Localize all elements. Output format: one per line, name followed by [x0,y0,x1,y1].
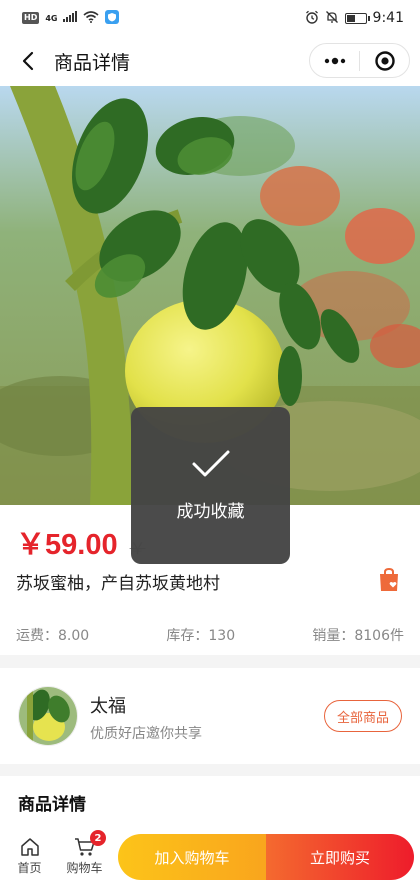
cart-label: 购物车 [66,861,103,875]
clock: 9:41 [372,10,404,26]
battery-icon [344,12,370,24]
shopping-bag-heart-icon [380,567,398,591]
cart-tab[interactable]: 购物车 2 [57,826,112,887]
toast-text: 成功收藏 [176,502,245,522]
wifi-icon [83,10,100,26]
sales-count: 销量：8106件 [312,628,404,644]
hd-icon: HD [22,12,40,24]
all-products-button[interactable]: 全部商品 [324,700,402,732]
purchase-actions: 加入购物车 立即购买 [118,834,414,880]
shop-slogan: 优质好店邀你共享 [90,726,202,742]
cart-count-badge: 2 [90,830,106,846]
more-button[interactable] [310,44,359,77]
alarm-icon [305,10,319,27]
network-label: 4G [45,13,58,23]
shop-avatar[interactable] [18,686,78,746]
product-title: 苏坂蜜柚，产自苏坂黄地村 [16,574,220,594]
back-button[interactable] [14,47,42,75]
nav-bar: 商品详情 [0,36,420,86]
target-circle-icon [374,50,395,71]
shop-name: 太福 [90,696,126,717]
checkmark-icon [192,450,229,477]
shop-card: 太福 优质好店邀你共享 全部商品 [0,668,420,764]
buy-now-button[interactable]: 立即购买 [266,834,414,880]
stats-row: 运费：8.00 库存：130 销量：8106件 [16,625,404,645]
home-tab[interactable]: 首页 [2,826,57,887]
page-title: 商品详情 [54,51,131,74]
signal-icon [63,11,78,25]
more-dots-icon [324,57,345,64]
status-left: HD 4G [22,9,120,27]
close-mini-program-button[interactable] [360,44,409,77]
favorite-button[interactable] [376,567,402,593]
home-label: 首页 [17,861,42,875]
success-toast: 成功收藏 [131,407,290,564]
add-to-cart-button[interactable]: 加入购物车 [118,834,266,880]
bottom-action-bar: 首页 购物车 2 加入购物车 立即购买 [0,826,420,887]
price-row: ￥59.00 ￥ [16,521,146,563]
status-right: 9:41 [305,10,404,27]
current-price: ￥59.00 [16,529,118,561]
details-title: 商品详情 [18,795,86,815]
stock-count: 库存：130 [166,628,236,644]
chevron-left-icon [22,51,34,71]
status-bar: HD 4G 9:41 [0,0,420,36]
details-section: 商品详情 [0,776,420,826]
home-icon [20,838,39,856]
shield-app-icon [105,9,120,27]
mute-icon [325,10,339,27]
shipping-fee: 运费：8.00 [16,628,90,644]
mini-program-capsule [309,43,410,78]
